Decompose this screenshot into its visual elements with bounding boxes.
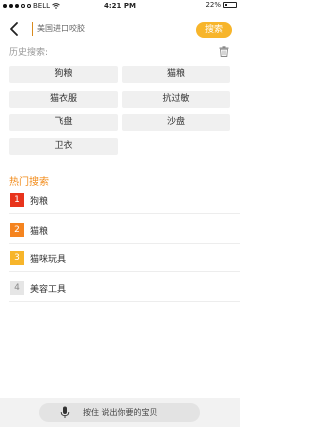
history-chip[interactable]: 猫衣服 xyxy=(9,91,118,108)
hot-search-label: 美容工具 xyxy=(30,285,67,295)
hot-search-item[interactable]: 4 美容工具 xyxy=(0,276,240,302)
back-arrow-icon[interactable] xyxy=(6,20,24,38)
divider xyxy=(9,213,240,214)
history-chip[interactable]: 沙盘 xyxy=(122,114,230,131)
clock: 4:21 PM xyxy=(104,2,136,10)
divider xyxy=(9,243,240,244)
history-chip[interactable]: 飞盘 xyxy=(9,114,118,131)
status-bar: BELL 4:21 PM 22% xyxy=(0,0,240,12)
search-header: 美国进口咬胶 搜索 xyxy=(0,14,240,44)
search-button[interactable]: 搜索 xyxy=(196,22,232,38)
rank-badge: 2 xyxy=(10,223,24,237)
hot-search-title: 热门搜索 xyxy=(9,177,49,188)
history-chip[interactable]: 抗过敏 xyxy=(122,91,230,108)
microphone-icon xyxy=(60,406,70,418)
history-title: 历史搜索: xyxy=(9,48,49,58)
rank-badge: 1 xyxy=(10,193,24,207)
trash-icon[interactable] xyxy=(219,46,229,57)
hot-search-item[interactable]: 1 狗粮 xyxy=(0,188,240,214)
hot-search-label: 猫粮 xyxy=(30,227,49,237)
hot-search-label: 猫咪玩具 xyxy=(30,255,67,265)
hot-search-item[interactable]: 3 猫咪玩具 xyxy=(0,246,240,272)
history-chip[interactable]: 卫衣 xyxy=(9,138,118,155)
search-input[interactable]: 美国进口咬胶 xyxy=(32,22,193,36)
voice-search-label: 按住 说出你要的宝贝 xyxy=(83,408,158,417)
divider xyxy=(9,271,240,272)
battery-status: 22% xyxy=(205,1,237,9)
voice-search-button[interactable]: 按住 说出你要的宝贝 xyxy=(39,403,200,422)
divider xyxy=(9,301,240,302)
history-chip[interactable]: 狗粮 xyxy=(9,66,118,83)
rank-badge: 3 xyxy=(10,251,24,265)
hot-search-label: 狗粮 xyxy=(30,197,49,207)
hot-search-item[interactable]: 2 猫粮 xyxy=(0,218,240,244)
voice-search-bar: 按住 说出你要的宝贝 xyxy=(0,398,240,427)
battery-icon xyxy=(223,2,237,8)
history-chip[interactable]: 猫粮 xyxy=(122,66,230,83)
rank-badge: 4 xyxy=(10,281,24,295)
battery-percent: 22% xyxy=(205,1,221,9)
battery-fill xyxy=(225,4,227,6)
